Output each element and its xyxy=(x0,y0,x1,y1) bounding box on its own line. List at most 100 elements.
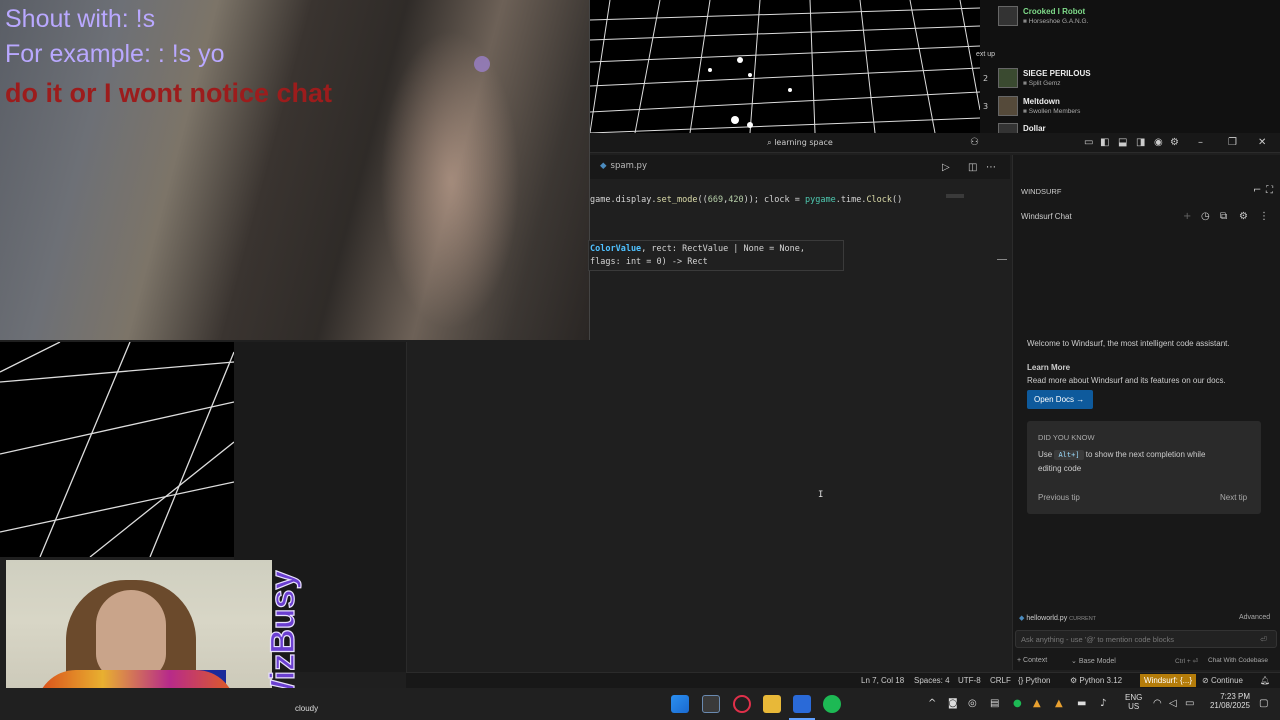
layout-icon[interactable]: ▭ xyxy=(1084,136,1093,150)
language-mode[interactable]: {} Python xyxy=(1018,676,1050,685)
editor-titlebar: ⌕ learning space ⚇ ▭ ◧ ⬓ ◨ ◉ ⚙ – ❐ ✕ xyxy=(590,133,1280,153)
indentation[interactable]: Spaces: 4 xyxy=(914,676,950,685)
learn-more-heading: Learn More xyxy=(1027,363,1071,372)
calculator-icon[interactable] xyxy=(702,695,720,713)
track-artist: Split Gemz xyxy=(1023,80,1061,87)
display-icon[interactable]: ▬ xyxy=(1077,698,1086,709)
opera-icon[interactable] xyxy=(733,695,751,713)
signature-hover: ColorValue, rect: RectValue | None = Non… xyxy=(588,240,844,271)
context-button[interactable]: + Context xyxy=(1017,657,1047,664)
wifi-icon[interactable]: ◠ xyxy=(1153,698,1162,709)
date: 21/08/2025 xyxy=(1209,701,1250,710)
previous-tip-button[interactable]: Previous tip xyxy=(1038,493,1080,502)
sidebar-toggle-icon[interactable]: ◧ xyxy=(1100,136,1109,150)
chrome-icon[interactable]: ◎ xyxy=(968,698,977,709)
track-artist: Horseshoe G.A.N.G. xyxy=(1023,18,1089,25)
open-docs-button[interactable]: Open Docs → xyxy=(1027,390,1093,409)
advanced-link[interactable]: Advanced xyxy=(1239,614,1270,621)
vscode-icon[interactable] xyxy=(793,695,811,713)
shortcut-hint: Ctrl + ⏎ xyxy=(1175,658,1198,665)
language-indicator[interactable]: ENG US xyxy=(1125,693,1142,711)
new-window-icon[interactable]: ⌐ xyxy=(1253,184,1261,198)
clock[interactable]: 7:23 PM 21/08/2025 xyxy=(1208,692,1250,710)
wireframe-visualizer-top xyxy=(590,0,980,133)
minimize-icon[interactable]: – xyxy=(1198,136,1203,150)
vlc-icon[interactable]: ▲ xyxy=(1033,698,1041,709)
command-center[interactable]: ⌕ learning space xyxy=(725,136,875,150)
queue-number: 3 xyxy=(983,102,989,111)
tray-app-icon[interactable]: ▤ xyxy=(990,698,999,709)
hover-line: ColorValue, rect: RectValue | None = Non… xyxy=(590,244,805,254)
split-editor-icon[interactable]: ◫ xyxy=(968,161,977,175)
tip-text-continued: editing code xyxy=(1038,464,1082,473)
code-editor[interactable]: game.display.set_mode((669,420)); clock … xyxy=(588,180,1010,670)
notifications-icon[interactable]: 🔔︎ xyxy=(1260,676,1270,685)
track-artist: Swollen Members xyxy=(1023,108,1081,115)
album-thumb xyxy=(998,123,1018,133)
continue-status[interactable]: ⊘ Continue xyxy=(1202,676,1243,685)
send-icon[interactable]: ⏎ xyxy=(1260,633,1267,647)
volume-icon[interactable]: ◁ xyxy=(1169,698,1177,709)
gear-icon[interactable]: ⚙ xyxy=(1239,210,1248,224)
queue-item[interactable]: 2 SIEGE PERILOUS Split Gemz xyxy=(980,68,1280,94)
chat-input[interactable]: Ask anything - use '@' to mention code b… xyxy=(1015,630,1277,648)
discord-icon[interactable]: ◙ xyxy=(948,698,958,709)
restore-icon[interactable]: ❐ xyxy=(1228,136,1237,150)
text-cursor-icon: I xyxy=(818,490,824,500)
maximize-icon[interactable]: ⛶ xyxy=(1266,184,1273,198)
queue-number: 2 xyxy=(983,74,989,83)
chat-with-codebase-button[interactable]: Chat With Codebase xyxy=(1208,657,1268,664)
vlc-icon[interactable]: ▲ xyxy=(1055,698,1063,709)
account-icon[interactable]: ◉ xyxy=(1154,136,1163,150)
track-title: SIEGE PERILOUS xyxy=(1023,69,1091,78)
did-you-know-heading: DID YOU KNOW xyxy=(1038,433,1095,442)
history-icon[interactable]: ◷ xyxy=(1201,210,1210,224)
gear-icon[interactable]: ⚙ xyxy=(1170,136,1179,150)
python-interpreter[interactable]: ⚙ Python 3.12 xyxy=(1070,676,1122,685)
panel-toggle-icon[interactable]: ⬓ xyxy=(1118,136,1127,150)
next-tip-button[interactable]: Next tip xyxy=(1220,493,1247,502)
line-endings[interactable]: CRLF xyxy=(990,676,1011,685)
model-selector[interactable]: ⌄ Base Model xyxy=(1071,657,1116,665)
welcome-text: Welcome to Windsurf, the most intelligen… xyxy=(1027,339,1230,348)
queue-item[interactable]: 3 Meltdown Swollen Members xyxy=(980,96,1280,122)
queue-item[interactable]: Crooked I Robot Horseshoe G.A.N.G. xyxy=(980,6,1280,32)
scrollbar-marker[interactable] xyxy=(997,259,1007,260)
weather-widget[interactable]: cloudy xyxy=(295,704,318,713)
time: 7:23 PM xyxy=(1220,692,1250,701)
windows-start-icon[interactable] xyxy=(671,695,689,713)
hover-line: flags: int = 0) -> Rect xyxy=(590,257,708,267)
python-file-icon: ◆ xyxy=(600,161,607,171)
workspace-name: learning space xyxy=(774,138,833,147)
queue-item[interactable]: Dollar xyxy=(980,123,1280,133)
microphone-icon[interactable]: ♪ xyxy=(1100,698,1106,709)
cursor-position[interactable]: Ln 7, Col 18 xyxy=(861,676,904,685)
secondary-sidebar-icon[interactable]: ◨ xyxy=(1136,136,1145,150)
file-context-chip[interactable]: ◆ helloworld.py CURRENT xyxy=(1019,614,1096,622)
album-thumb xyxy=(998,96,1018,116)
file-explorer-icon[interactable] xyxy=(763,695,781,713)
spotify-tray-icon[interactable]: ● xyxy=(1013,698,1022,709)
music-queue-panel: Crooked I Robot Horseshoe G.A.N.G. ext u… xyxy=(976,0,1280,133)
run-icon[interactable]: ▷ xyxy=(942,161,950,175)
video-light-dot xyxy=(474,56,490,72)
spotify-icon[interactable] xyxy=(823,695,841,713)
open-external-icon[interactable]: ⧉ xyxy=(1220,210,1227,224)
up-next-label: ext up xyxy=(976,51,996,58)
tab-spam-py[interactable]: ◆ spam.py xyxy=(600,161,647,171)
add-icon[interactable]: + xyxy=(1183,210,1191,224)
chat-input-placeholder: Ask anything - use '@' to mention code b… xyxy=(1021,635,1175,644)
windsurf-status[interactable]: Windsurf: {...} xyxy=(1140,674,1197,687)
close-icon[interactable]: ✕ xyxy=(1258,136,1266,150)
more-actions-icon[interactable]: ⋯ xyxy=(986,161,996,175)
notification-center-icon[interactable]: ▢ xyxy=(1259,698,1268,709)
battery-icon[interactable]: ▭ xyxy=(1185,698,1194,709)
encoding[interactable]: UTF-8 xyxy=(958,676,981,685)
wireframe-visualizer-bottom xyxy=(0,342,234,557)
minimap[interactable] xyxy=(946,194,964,198)
show-hidden-icons-icon[interactable]: ^ xyxy=(928,698,936,709)
copilot-icon[interactable]: ⚇ xyxy=(970,136,979,150)
notice-message: do it or I wont notice chat xyxy=(5,78,332,108)
video-highlight xyxy=(380,30,520,330)
more-icon[interactable]: ⋮ xyxy=(1259,210,1269,224)
